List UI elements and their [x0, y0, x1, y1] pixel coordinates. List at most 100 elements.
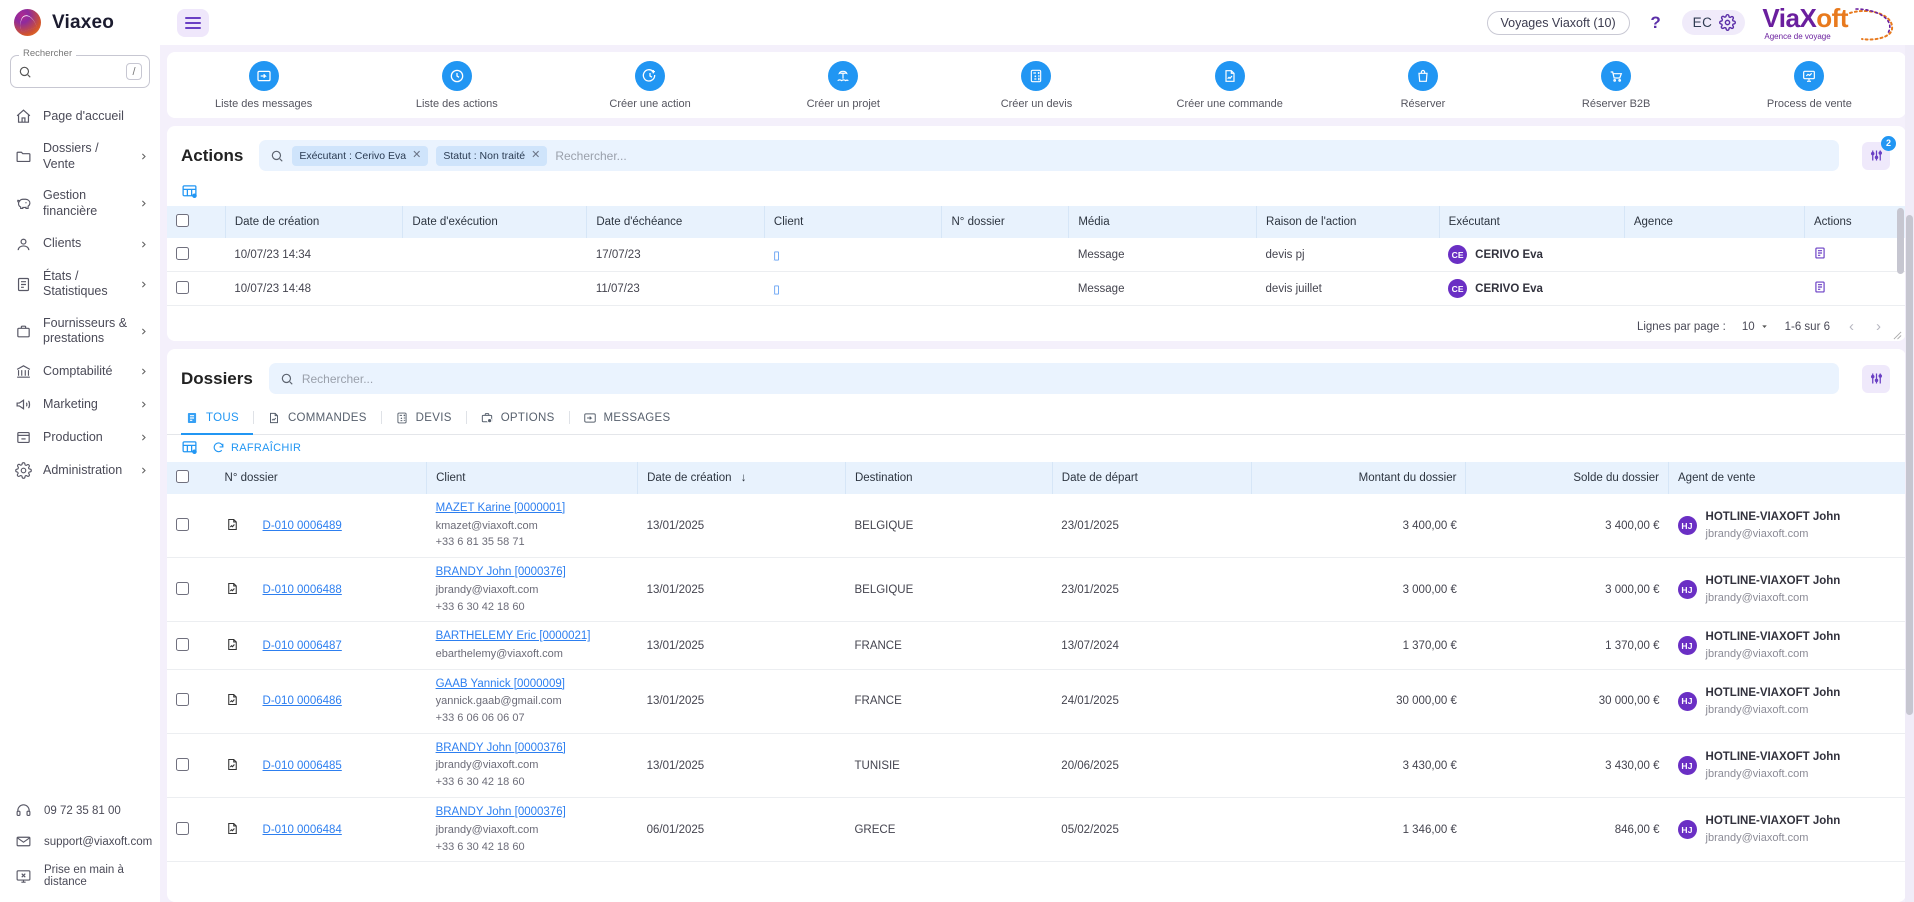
resize-handle-icon[interactable] — [1893, 331, 1902, 340]
column-settings-icon[interactable] — [181, 183, 198, 200]
column-settings-icon[interactable] — [181, 439, 198, 456]
col-raison[interactable]: Raison de l'action — [1256, 206, 1440, 238]
col-agent-de-vente[interactable]: Agent de vente — [1668, 462, 1906, 494]
help-icon[interactable]: ? — [1643, 10, 1669, 36]
sidebar-item-comptabilite[interactable]: Comptabilité — [0, 355, 160, 388]
cell-client[interactable]: ▯ — [764, 271, 942, 306]
client-link[interactable]: BARTHELEMY Eric [0000021] — [436, 629, 629, 645]
agency-selector[interactable]: Voyages Viaxoft (10) — [1486, 10, 1630, 35]
brand[interactable]: Viaxeo — [14, 9, 164, 36]
col-n-dossier[interactable]: N° dossier — [941, 206, 1070, 238]
user-menu[interactable]: EC — [1681, 10, 1746, 35]
remote-support[interactable]: Prise en main à distance — [15, 864, 148, 888]
refresh-button[interactable]: RAFRAÎCHIR — [212, 441, 301, 454]
row-menu-icon[interactable] — [1813, 246, 1827, 260]
cell-n-dossier[interactable]: D-010 0006488 — [253, 557, 427, 623]
cell-n-dossier[interactable]: D-010 0006486 — [253, 669, 427, 734]
quick-action-liste-des-actions[interactable]: Liste des actions — [401, 61, 513, 110]
table-row[interactable]: D-010 0006489 MAZET Karine [0000001] kma… — [167, 494, 1906, 559]
quick-action-process-de-vente[interactable]: Process de vente — [1753, 61, 1865, 110]
dossiers-search-input[interactable] — [301, 371, 1828, 386]
sidebar-item-fournisseurs-prestations[interactable]: Fournisseurs & prestations — [0, 308, 160, 355]
sidebar-item-marketing[interactable]: Marketing — [0, 388, 160, 421]
quick-action-reserver-b2b[interactable]: Réserver B2B — [1560, 61, 1672, 110]
tab-messages[interactable]: MESSAGES — [568, 402, 685, 435]
dossier-link[interactable]: D-010 0006484 — [263, 824, 342, 836]
sidebar-item-gestion-financiere[interactable]: Gestion financière — [0, 180, 160, 227]
search-input[interactable] — [37, 64, 121, 79]
next-page-button[interactable]: › — [1873, 318, 1884, 335]
row-checkbox[interactable] — [176, 821, 189, 835]
table-row[interactable]: D-010 0006486 GAAB Yannick [0000009] yan… — [167, 669, 1906, 734]
gear-icon[interactable] — [1719, 14, 1737, 31]
col-destination[interactable]: Destination — [845, 462, 1053, 494]
actions-table-scrollbar[interactable] — [1897, 208, 1904, 274]
previous-page-button[interactable]: ‹ — [1846, 318, 1857, 335]
cell-client[interactable]: ▯ — [764, 238, 942, 272]
actions-search-input[interactable] — [555, 148, 1828, 163]
table-row[interactable]: 10/07/23 14:48 11/07/23 ▯ Message devis … — [167, 271, 1906, 306]
dossiers-filter-button[interactable] — [1862, 364, 1890, 393]
row-checkbox[interactable] — [176, 517, 189, 531]
quick-action-liste-des-messages[interactable]: Liste des messages — [208, 61, 320, 110]
support-email[interactable]: support@viaxoft.com — [15, 833, 152, 850]
table-row[interactable]: D-010 0006488 BRANDY John [0000376] jbra… — [167, 557, 1906, 623]
cell-n-dossier[interactable]: D-010 0006487 — [253, 621, 427, 670]
col-media[interactable]: Média — [1068, 206, 1258, 238]
col-date-echeance[interactable]: Date d'échéance — [586, 206, 765, 238]
client-link[interactable]: BRANDY John [0000376] — [436, 805, 629, 821]
client-doc-link-icon[interactable]: ▯ — [773, 284, 779, 296]
client-link[interactable]: MAZET Karine [0000001] — [436, 501, 629, 517]
col-executant[interactable]: Exécutant — [1439, 206, 1625, 238]
dossier-link[interactable]: D-010 0006488 — [263, 584, 342, 596]
row-checkbox[interactable] — [176, 637, 189, 651]
sidebar-item-etats-statistiques[interactable]: États / Statistiques — [0, 261, 160, 308]
quick-action-reserver[interactable]: Réserver — [1367, 61, 1479, 110]
tab-tous[interactable]: TOUS — [181, 402, 253, 435]
col-date-creation[interactable]: Date de création ↓ — [637, 462, 846, 494]
table-row[interactable]: D-010 0006484 BRANDY John [0000376] jbra… — [167, 797, 1906, 863]
row-checkbox[interactable] — [176, 246, 189, 260]
col-date-creation[interactable]: Date de création — [225, 206, 404, 238]
actions-filter-button[interactable]: 2 — [1862, 135, 1896, 170]
close-icon[interactable]: ✕ — [412, 150, 421, 161]
select-all-checkbox[interactable] — [176, 214, 189, 227]
row-menu-icon[interactable] — [1813, 280, 1827, 294]
client-link[interactable]: BRANDY John [0000376] — [436, 741, 629, 757]
client-link[interactable]: BRANDY John [0000376] — [436, 565, 629, 581]
page-scrollbar-thumb[interactable] — [1906, 215, 1913, 715]
sidebar-item-production[interactable]: Production — [0, 421, 160, 454]
col-solde[interactable]: Solde du dossier — [1465, 462, 1670, 494]
menu-toggle-button[interactable] — [177, 8, 209, 37]
cell-n-dossier[interactable]: D-010 0006484 — [253, 797, 427, 863]
tab-commandes[interactable]: COMMANDES — [252, 402, 381, 435]
quick-action-creer-un-projet[interactable]: Créer un projet — [787, 61, 899, 110]
quick-action-creer-une-action[interactable]: Créer une action — [594, 61, 706, 110]
client-doc-link-icon[interactable]: ▯ — [773, 250, 779, 262]
cell-n-dossier[interactable]: D-010 0006489 — [253, 494, 427, 559]
actions-search-bar[interactable]: Exécutant : Cerivo Eva ✕ Statut : Non tr… — [259, 140, 1839, 171]
dossier-link[interactable]: D-010 0006487 — [263, 640, 342, 652]
quick-action-creer-un-devis[interactable]: Créer un devis — [980, 61, 1092, 110]
row-checkbox[interactable] — [176, 757, 189, 771]
sidebar-item-clients[interactable]: Clients — [0, 228, 160, 261]
col-date-execution[interactable]: Date d'exécution — [402, 206, 588, 238]
table-row[interactable]: 10/07/23 14:34 17/07/23 ▯ Message devis … — [167, 238, 1906, 272]
quick-action-creer-une-commande[interactable]: Créer une commande — [1174, 61, 1286, 110]
support-phone[interactable]: 09 72 35 81 00 — [15, 802, 148, 819]
row-checkbox[interactable] — [176, 280, 189, 294]
tab-devis[interactable]: DEVIS — [380, 402, 466, 435]
dossiers-search-bar[interactable] — [268, 363, 1839, 394]
dossier-link[interactable]: D-010 0006489 — [263, 520, 342, 532]
row-checkbox[interactable] — [176, 693, 189, 707]
col-client[interactable]: Client — [764, 206, 943, 238]
sidebar-item-page-daccueil[interactable]: Page d'accueil — [0, 100, 160, 133]
client-link[interactable]: GAAB Yannick [0000009] — [436, 677, 629, 693]
table-row[interactable]: D-010 0006487 BARTHELEMY Eric [0000021] … — [167, 621, 1906, 670]
row-checkbox[interactable] — [176, 581, 189, 595]
col-client[interactable]: Client — [426, 462, 639, 494]
table-row[interactable]: D-010 0006485 BRANDY John [0000376] jbra… — [167, 733, 1906, 799]
rows-per-page-select[interactable]: 10 — [1742, 321, 1769, 333]
dossier-link[interactable]: D-010 0006485 — [263, 760, 342, 772]
close-icon[interactable]: ✕ — [531, 150, 540, 161]
